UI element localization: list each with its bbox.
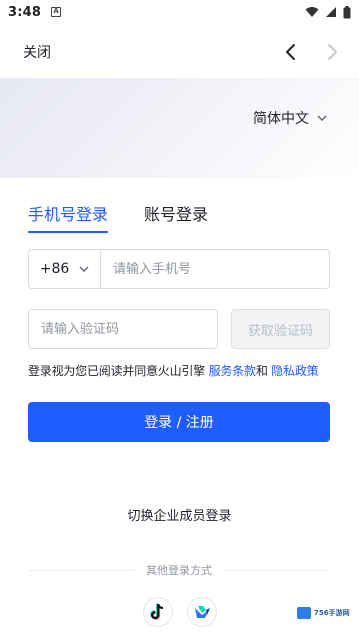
- signal-icon: [326, 7, 336, 17]
- language-label: 简体中文: [253, 111, 309, 127]
- login-register-button[interactable]: 登录 / 注册: [28, 402, 330, 442]
- phone-field-group: +86: [28, 249, 330, 289]
- chevron-down-icon: [317, 115, 327, 121]
- watermark-logo-icon: [297, 607, 311, 619]
- agreement-conjunction: 和: [255, 364, 272, 378]
- verification-code-input[interactable]: [28, 309, 218, 349]
- divider-line-left: [28, 569, 134, 571]
- phone-input[interactable]: [101, 250, 329, 288]
- social-login-group: [143, 597, 217, 627]
- terms-link[interactable]: 服务条款: [209, 364, 256, 378]
- hero-banner: [0, 78, 359, 178]
- forward-arrow-icon[interactable]: [325, 42, 339, 62]
- notification-a-icon: A: [51, 7, 62, 17]
- wifi-icon: [305, 7, 319, 17]
- divider-line-right: [224, 569, 330, 571]
- status-icons: [305, 5, 351, 19]
- douyin-login-button[interactable]: [143, 597, 173, 627]
- other-login-label: 其他登录方式: [146, 564, 212, 577]
- tab-phone-login[interactable]: 手机号登录: [28, 201, 109, 233]
- privacy-link[interactable]: 隐私政策: [271, 364, 318, 378]
- battery-icon: [343, 5, 351, 18]
- tab-account-login[interactable]: 账号登录: [144, 201, 208, 233]
- country-code-value: +86: [39, 261, 70, 277]
- get-code-button[interactable]: 获取验证码: [231, 309, 330, 349]
- agreement-text: 登录视为您已阅读并同意火山引擎 服务条款和 隐私政策: [28, 362, 338, 379]
- chevron-down-icon: [79, 266, 89, 272]
- back-arrow-icon[interactable]: [284, 42, 298, 62]
- title-bar: 关闭: [0, 36, 359, 68]
- watermark-text: 756手游网: [314, 609, 350, 617]
- close-button[interactable]: 关闭: [23, 42, 51, 62]
- language-select[interactable]: 简体中文: [253, 108, 327, 128]
- feishu-icon: [195, 606, 210, 618]
- login-tabs: 手机号登录 账号登录: [28, 201, 208, 233]
- douyin-icon: [150, 603, 164, 620]
- agreement-prefix: 登录视为您已阅读并同意火山引擎: [28, 364, 209, 378]
- other-login-divider: 其他登录方式: [28, 562, 330, 578]
- status-bar: 3:48 A: [0, 0, 359, 24]
- status-time: 3:48: [8, 4, 42, 20]
- site-watermark: 756手游网: [297, 604, 353, 622]
- feishu-login-button[interactable]: [187, 597, 217, 627]
- country-code-select[interactable]: +86: [29, 250, 101, 288]
- switch-enterprise-login-link[interactable]: 切换企业成员登录: [0, 505, 359, 524]
